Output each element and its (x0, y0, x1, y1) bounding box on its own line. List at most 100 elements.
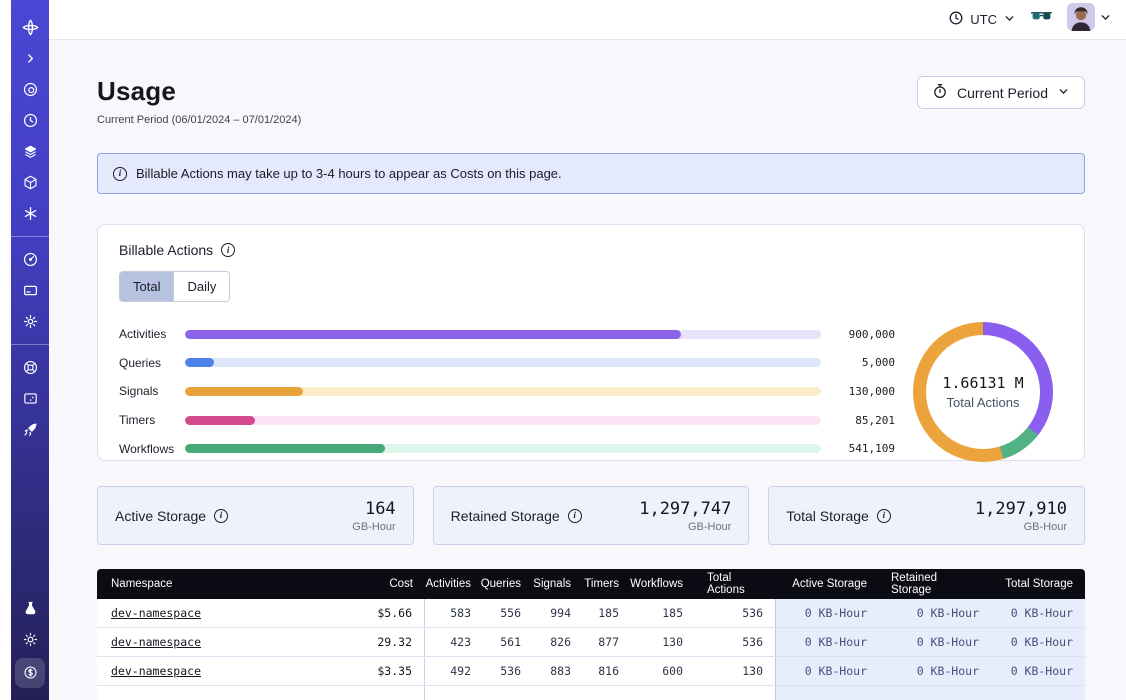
spiral-icon[interactable] (17, 77, 43, 103)
cell-workflows: 600 (631, 657, 695, 685)
page-title: Usage (97, 76, 301, 107)
bar-value: 541,109 (821, 442, 895, 455)
info-icon[interactable] (214, 509, 228, 523)
cube-icon[interactable] (17, 170, 43, 196)
bar-fill (185, 387, 303, 396)
bar-value: 130,000 (821, 385, 895, 398)
cell-cost (325, 686, 425, 700)
table-row: dev-namespace29.324235618268771305360 KB… (97, 628, 1085, 657)
bar-value: 85,201 (821, 414, 895, 427)
lifebuoy-icon[interactable] (17, 355, 43, 381)
gauge-icon[interactable] (17, 247, 43, 273)
cell-retained-storage: 0 KB-Hour (879, 628, 991, 656)
column-header-cost: Cost (325, 569, 425, 599)
chevron-down-icon (1057, 85, 1070, 101)
column-header-activities: Activities (425, 569, 483, 599)
cell-retained-storage: 0 KB-Hour (879, 657, 991, 685)
period-selector-label: Current Period (957, 85, 1048, 101)
bar-track (185, 387, 821, 396)
cell-signals (533, 686, 583, 700)
cell-queries: 556 (483, 599, 533, 627)
terminal-icon[interactable] (17, 386, 43, 412)
glasses-icon[interactable] (1030, 11, 1053, 29)
column-header-retained-storage: Retained Storage (879, 569, 991, 599)
bar-track (185, 330, 821, 339)
temporal-logo[interactable] (17, 15, 43, 41)
gear-icon[interactable] (17, 309, 43, 335)
table-header-row: NamespaceCostActivitiesQueriesSignalsTim… (97, 569, 1085, 599)
info-icon[interactable] (221, 243, 235, 257)
tab-daily[interactable]: Daily (173, 272, 229, 301)
namespace-link[interactable]: dev-namespace (111, 606, 201, 620)
billable-bar-chart: Activities900,000Queries5,000Signals130,… (119, 320, 903, 463)
period-selector-button[interactable]: Current Period (917, 76, 1085, 109)
donut-total-value: 1.66131 M (942, 374, 1023, 392)
content: Usage Current Period (06/01/2024 – 07/01… (49, 40, 1126, 700)
cell-total-storage: 0 KB-Hour (991, 599, 1085, 627)
cell-active-storage: 0 KB-Hour (775, 599, 879, 627)
cell-retained-storage: 0 KB-Hour (879, 599, 991, 627)
table-row: dev-namespace$5.665835569941851855360 KB… (97, 599, 1085, 628)
stopwatch-icon (932, 83, 948, 102)
storage-card-total-storage: Total Storage1,297,910GB-Hour (768, 486, 1085, 545)
cell-namespace (97, 686, 325, 700)
namespace-link[interactable]: dev-namespace (111, 664, 201, 678)
chevron-down-icon (1003, 12, 1016, 28)
donut-total-label: Total Actions (947, 395, 1020, 410)
info-banner: Billable Actions may take up to 3-4 hour… (97, 153, 1085, 194)
rocket-icon[interactable] (17, 417, 43, 443)
user-menu[interactable] (1067, 3, 1112, 36)
page-subtitle: Current Period (06/01/2024 – 07/01/2024) (97, 114, 301, 126)
storage-card-unit: GB-Hour (975, 521, 1067, 533)
info-banner-text: Billable Actions may take up to 3-4 hour… (136, 166, 562, 181)
bar-fill (185, 416, 255, 425)
info-icon[interactable] (568, 509, 582, 523)
cell-queries: 561 (483, 628, 533, 656)
billable-view-tabs: TotalDaily (119, 271, 230, 302)
cell-timers (583, 686, 631, 700)
chevron-right-icon[interactable] (17, 46, 43, 72)
storage-card-retained-storage: Retained Storage1,297,747GB-Hour (433, 486, 750, 545)
column-header-namespace: Namespace (97, 569, 325, 599)
cell-activities: 583 (425, 599, 483, 627)
namespace-link[interactable]: dev-namespace (111, 635, 201, 649)
layers-icon[interactable] (17, 139, 43, 165)
billable-actions-card: Billable Actions TotalDaily Activities90… (97, 224, 1085, 461)
cell-activities (425, 686, 483, 700)
sidebar-divider (11, 344, 49, 345)
dollar-coin-icon[interactable] (15, 658, 45, 688)
bar-track (185, 416, 821, 425)
column-header-signals: Signals (533, 569, 583, 599)
cell-timers: 877 (583, 628, 631, 656)
main-area: UTC Usage Current (49, 0, 1126, 700)
cell-workflows: 130 (631, 628, 695, 656)
sun-icon[interactable] (17, 627, 43, 653)
timezone-dropdown[interactable]: UTC (948, 10, 1016, 29)
card-icon[interactable] (17, 278, 43, 304)
cell-active-storage: 0 KB-Hour (775, 628, 879, 656)
tab-total[interactable]: Total (120, 272, 173, 301)
bar-row-queries: Queries5,000 (119, 349, 895, 378)
table-row (97, 686, 1085, 700)
storage-card-value: 1,297,747 (639, 499, 731, 519)
sidebar-divider (11, 236, 49, 237)
cell-signals: 994 (533, 599, 583, 627)
avatar (1067, 3, 1095, 36)
cell-queries (483, 686, 533, 700)
column-header-workflows: Workflows (631, 569, 695, 599)
asterisk-icon[interactable] (17, 201, 43, 227)
clock-retry-icon[interactable] (17, 108, 43, 134)
cell-cost: $3.35 (325, 657, 425, 685)
topbar: UTC (49, 0, 1126, 40)
cell-cost: 29.32 (325, 628, 425, 656)
cell-activities: 492 (425, 657, 483, 685)
bar-fill (185, 330, 681, 339)
cell-total-storage: 0 KB-Hour (991, 657, 1085, 685)
column-header-active-storage: Active Storage (775, 569, 879, 599)
storage-card-label: Active Storage (115, 508, 206, 524)
storage-card-unit: GB-Hour (352, 521, 395, 533)
bar-label: Queries (119, 356, 185, 370)
flask-icon[interactable] (17, 596, 43, 622)
info-icon[interactable] (877, 509, 891, 523)
timezone-label: UTC (970, 12, 997, 27)
